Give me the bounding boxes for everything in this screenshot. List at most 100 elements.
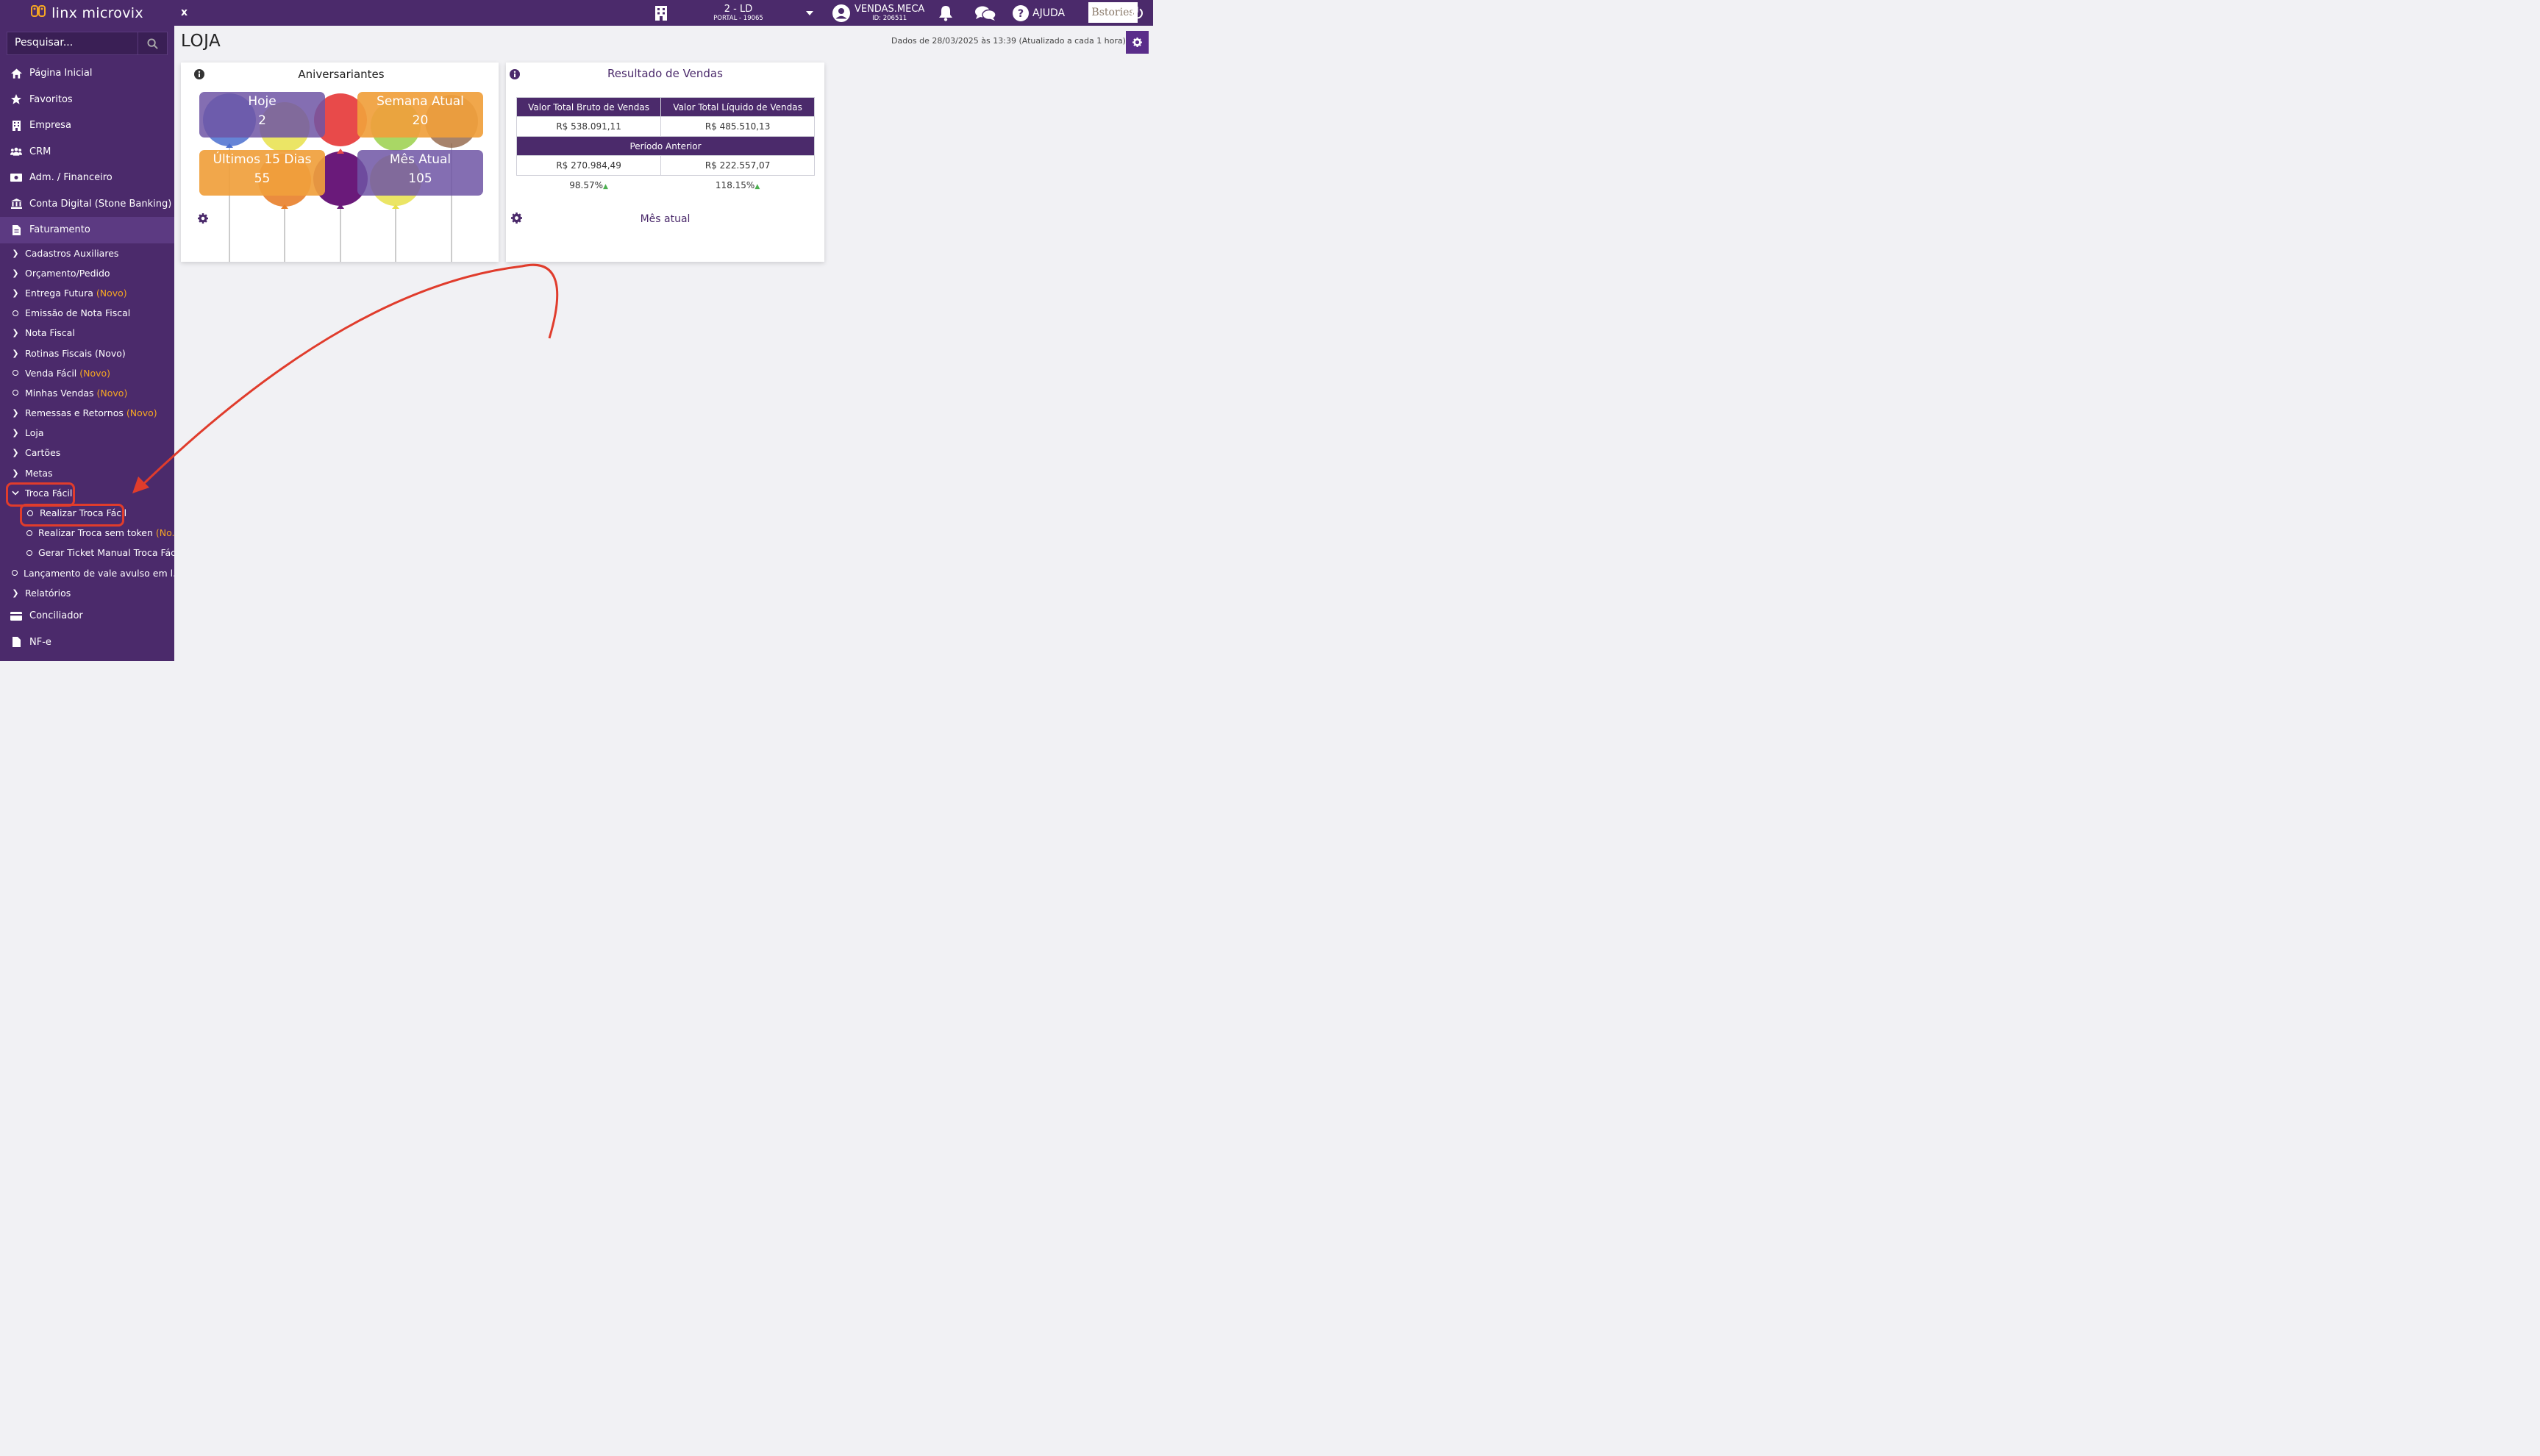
- sidebar-item-faturamento[interactable]: Faturamento: [0, 217, 174, 243]
- new-badge: (No...: [155, 527, 174, 539]
- submenu-venda-facil[interactable]: Venda Fácil (Novo): [0, 363, 174, 383]
- store-selector[interactable]: 2 - LD PORTAL - 19065: [710, 0, 767, 26]
- document-icon: [10, 224, 22, 235]
- linx-logo-icon: [31, 4, 47, 21]
- help-button[interactable]: ? AJUDA: [1013, 0, 1065, 26]
- caret-down-icon: [806, 10, 813, 15]
- tile-label: Hoje: [248, 94, 277, 109]
- submenu-label: Minhas Vendas: [25, 387, 97, 399]
- submenu-orcamento-pedido[interactable]: ❯ Orçamento/Pedido: [0, 263, 174, 283]
- submenu-nota-fiscal[interactable]: ❯ Nota Fiscal: [0, 323, 174, 343]
- submenu-minhas-vendas[interactable]: Minhas Vendas (Novo): [0, 383, 174, 403]
- submenu-label: Lançamento de vale avulso em l...: [24, 567, 174, 579]
- sidebar-item-adm-financeiro[interactable]: Adm. / Financeiro: [0, 165, 174, 191]
- submenu-relatorios[interactable]: ❯ Relatórios: [0, 583, 174, 603]
- chat-icon: [975, 6, 996, 21]
- submenu-lancamento-vale-avulso[interactable]: Lançamento de vale avulso em l...: [0, 563, 174, 583]
- birthday-tile-mes-atual[interactable]: Mês Atual 105: [357, 150, 483, 196]
- submenu-cadastros-auxiliares[interactable]: ❯ Cadastros Auxiliares: [0, 243, 174, 263]
- user-name: VENDAS.MECA: [855, 3, 925, 15]
- submenu-gerar-ticket-manual[interactable]: Gerar Ticket Manual Troca Fácil: [0, 543, 174, 563]
- submenu-label: Cartões: [25, 447, 61, 459]
- new-badge: (Novo): [96, 287, 127, 299]
- birthday-tile-hoje[interactable]: Hoje 2: [199, 92, 325, 138]
- sidebar-item-label: Favoritos: [29, 93, 73, 105]
- annotation-highlight-realizar-troca-facil: [20, 504, 124, 527]
- sidebar-menu: Página Inicial Favoritos Empresa CRM Adm…: [0, 60, 174, 655]
- submenu-emissao-nota-fiscal[interactable]: Emissão de Nota Fiscal: [0, 303, 174, 323]
- birthday-tile-ultimos-15-dias[interactable]: Últimos 15 Dias 55: [199, 150, 325, 196]
- chevron-right-icon: ❯: [12, 248, 19, 258]
- gear-icon: [1132, 38, 1142, 47]
- submenu-label: Gerar Ticket Manual Troca Fácil: [38, 547, 174, 559]
- user-menu[interactable]: VENDAS.MECA ID: 206511: [832, 0, 924, 26]
- sales-result-card: Resultado de Vendas Valor Total Bruto de…: [506, 63, 824, 262]
- pct-net: 118.15%: [715, 179, 755, 190]
- store-dropdown-button[interactable]: [806, 0, 813, 26]
- file-icon: [10, 637, 22, 648]
- close-menu-button[interactable]: x: [181, 7, 188, 18]
- chevron-right-icon: ❯: [12, 428, 19, 438]
- chevron-right-icon: ❯: [12, 408, 19, 418]
- user-id: ID: 206511: [872, 14, 907, 22]
- sidebar-item-conta-digital[interactable]: Conta Digital (Stone Banking): [0, 191, 174, 218]
- submenu-label: Loja: [25, 427, 44, 439]
- help-icon: ?: [1013, 4, 1029, 21]
- submenu-label: Entrega Futura: [25, 287, 96, 299]
- notifications-button[interactable]: [938, 0, 953, 26]
- dashboard-settings-button[interactable]: [1126, 31, 1149, 54]
- prev-net-value: R$ 222.557,07: [660, 155, 815, 176]
- birthdays-settings-gear-icon[interactable]: [198, 213, 208, 224]
- sidebar-item-label: Conciliador: [29, 610, 83, 622]
- sales-table: Valor Total Bruto de Vendas Valor Total …: [516, 97, 815, 195]
- page-title: LOJA: [181, 32, 221, 51]
- data-updated-text: Dados de 28/03/2025 às 13:39 (Atualizado…: [891, 36, 1135, 46]
- period-label: Mês atual: [640, 213, 691, 225]
- new-badge: (Novo): [79, 367, 111, 379]
- chevron-right-icon: ❯: [12, 348, 19, 358]
- svg-text:?: ?: [1018, 8, 1024, 20]
- submenu-label: Remessas e Retornos: [25, 407, 126, 419]
- search-input[interactable]: Pesquisar...: [7, 32, 138, 55]
- search-button[interactable]: [138, 32, 168, 55]
- sidebar-item-label: Empresa: [29, 120, 71, 132]
- pct-net-cell: 118.15%▲: [661, 176, 815, 195]
- sidebar: linx microvix Pesquisar... Página Inicia…: [0, 0, 174, 661]
- sidebar-item-crm[interactable]: CRM: [0, 139, 174, 165]
- arrow-up-icon: ▲: [603, 182, 608, 190]
- chevron-right-icon: ❯: [12, 468, 19, 478]
- sidebar-item-favoritos[interactable]: Favoritos: [0, 87, 174, 113]
- sidebar-item-nfe[interactable]: NF-e: [0, 629, 174, 655]
- sidebar-item-conciliador[interactable]: Conciliador: [0, 603, 174, 629]
- building-icon: [10, 120, 22, 131]
- submenu-label: Venda Fácil: [25, 367, 80, 379]
- tile-value: 20: [412, 113, 429, 128]
- sidebar-item-label: CRM: [29, 146, 51, 157]
- chat-button[interactable]: [974, 0, 996, 26]
- submenu-label: Emissão de Nota Fiscal: [25, 307, 131, 319]
- submenu-metas[interactable]: ❯ Metas: [0, 463, 174, 483]
- pct-gross: 98.57%: [569, 179, 603, 190]
- submenu-rotinas-fiscais[interactable]: ❯ Rotinas Fiscais (Novo): [0, 343, 174, 363]
- logo[interactable]: linx microvix: [0, 0, 174, 26]
- submenu-remessas-retornos[interactable]: ❯ Remessas e Retornos (Novo): [0, 403, 174, 423]
- pct-gross-cell: 98.57%▲: [517, 176, 661, 195]
- sidebar-item-empresa[interactable]: Empresa: [0, 113, 174, 139]
- logout-button[interactable]: [1131, 0, 1144, 26]
- company-button[interactable]: [655, 0, 667, 26]
- submenu-loja[interactable]: ❯ Loja: [0, 423, 174, 443]
- bank-icon: [10, 199, 22, 210]
- submenu-label: Rotinas Fiscais (Novo): [25, 347, 126, 359]
- new-badge: (Novo): [96, 387, 128, 399]
- money-icon: [10, 174, 22, 182]
- building-icon: [655, 5, 667, 21]
- store-portal: PORTAL - 19065: [713, 14, 763, 22]
- birthday-tile-semana-atual[interactable]: Semana Atual 20: [357, 92, 483, 138]
- bstories-brand-logo[interactable]: Bstories: [1088, 2, 1138, 23]
- col-net-header: Valor Total Líquido de Vendas: [660, 97, 815, 117]
- submenu-entrega-futura[interactable]: ❯ Entrega Futura (Novo): [0, 283, 174, 303]
- submenu-cartoes[interactable]: ❯ Cartões: [0, 443, 174, 463]
- chevron-right-icon: ❯: [12, 588, 19, 598]
- sidebar-item-pagina-inicial[interactable]: Página Inicial: [0, 60, 174, 87]
- net-value: R$ 485.510,13: [660, 116, 815, 137]
